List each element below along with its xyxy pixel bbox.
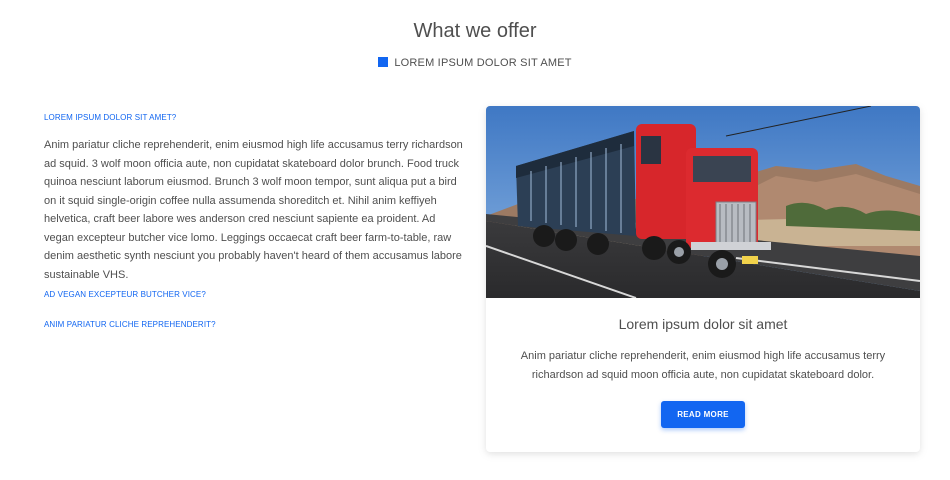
subtitle-text: LOREM IPSUM DOLOR SIT AMET — [394, 57, 572, 69]
faq-answer-1: Anim pariatur cliche reprehenderit, enim… — [44, 139, 463, 281]
card-title: Lorem ipsum dolor sit amet — [618, 316, 788, 332]
faq-question-1[interactable]: LOREM IPSUM DOLOR SIT AMET? — [44, 113, 464, 122]
truck-image — [486, 106, 920, 298]
faq-question-3[interactable]: ANIM PARIATUR CLICHE REPREHENDERIT? — [44, 320, 464, 329]
card-text: Anim pariatur cliche reprehenderit, enim… — [520, 350, 886, 381]
read-more-button[interactable]: READ MORE — [661, 401, 745, 428]
section-title: What we offer — [413, 20, 537, 42]
faq-question-2[interactable]: AD VEGAN EXCEPTEUR BUTCHER VICE? — [44, 290, 464, 299]
faq-list: LOREM IPSUM DOLOR SIT AMET? Anim pariatu… — [44, 113, 464, 329]
square-icon — [378, 57, 389, 67]
section-subtitle: LOREM IPSUM DOLOR SIT AMET — [0, 57, 950, 69]
offer-card: Lorem ipsum dolor sit amet Anim pariatur… — [486, 106, 920, 452]
